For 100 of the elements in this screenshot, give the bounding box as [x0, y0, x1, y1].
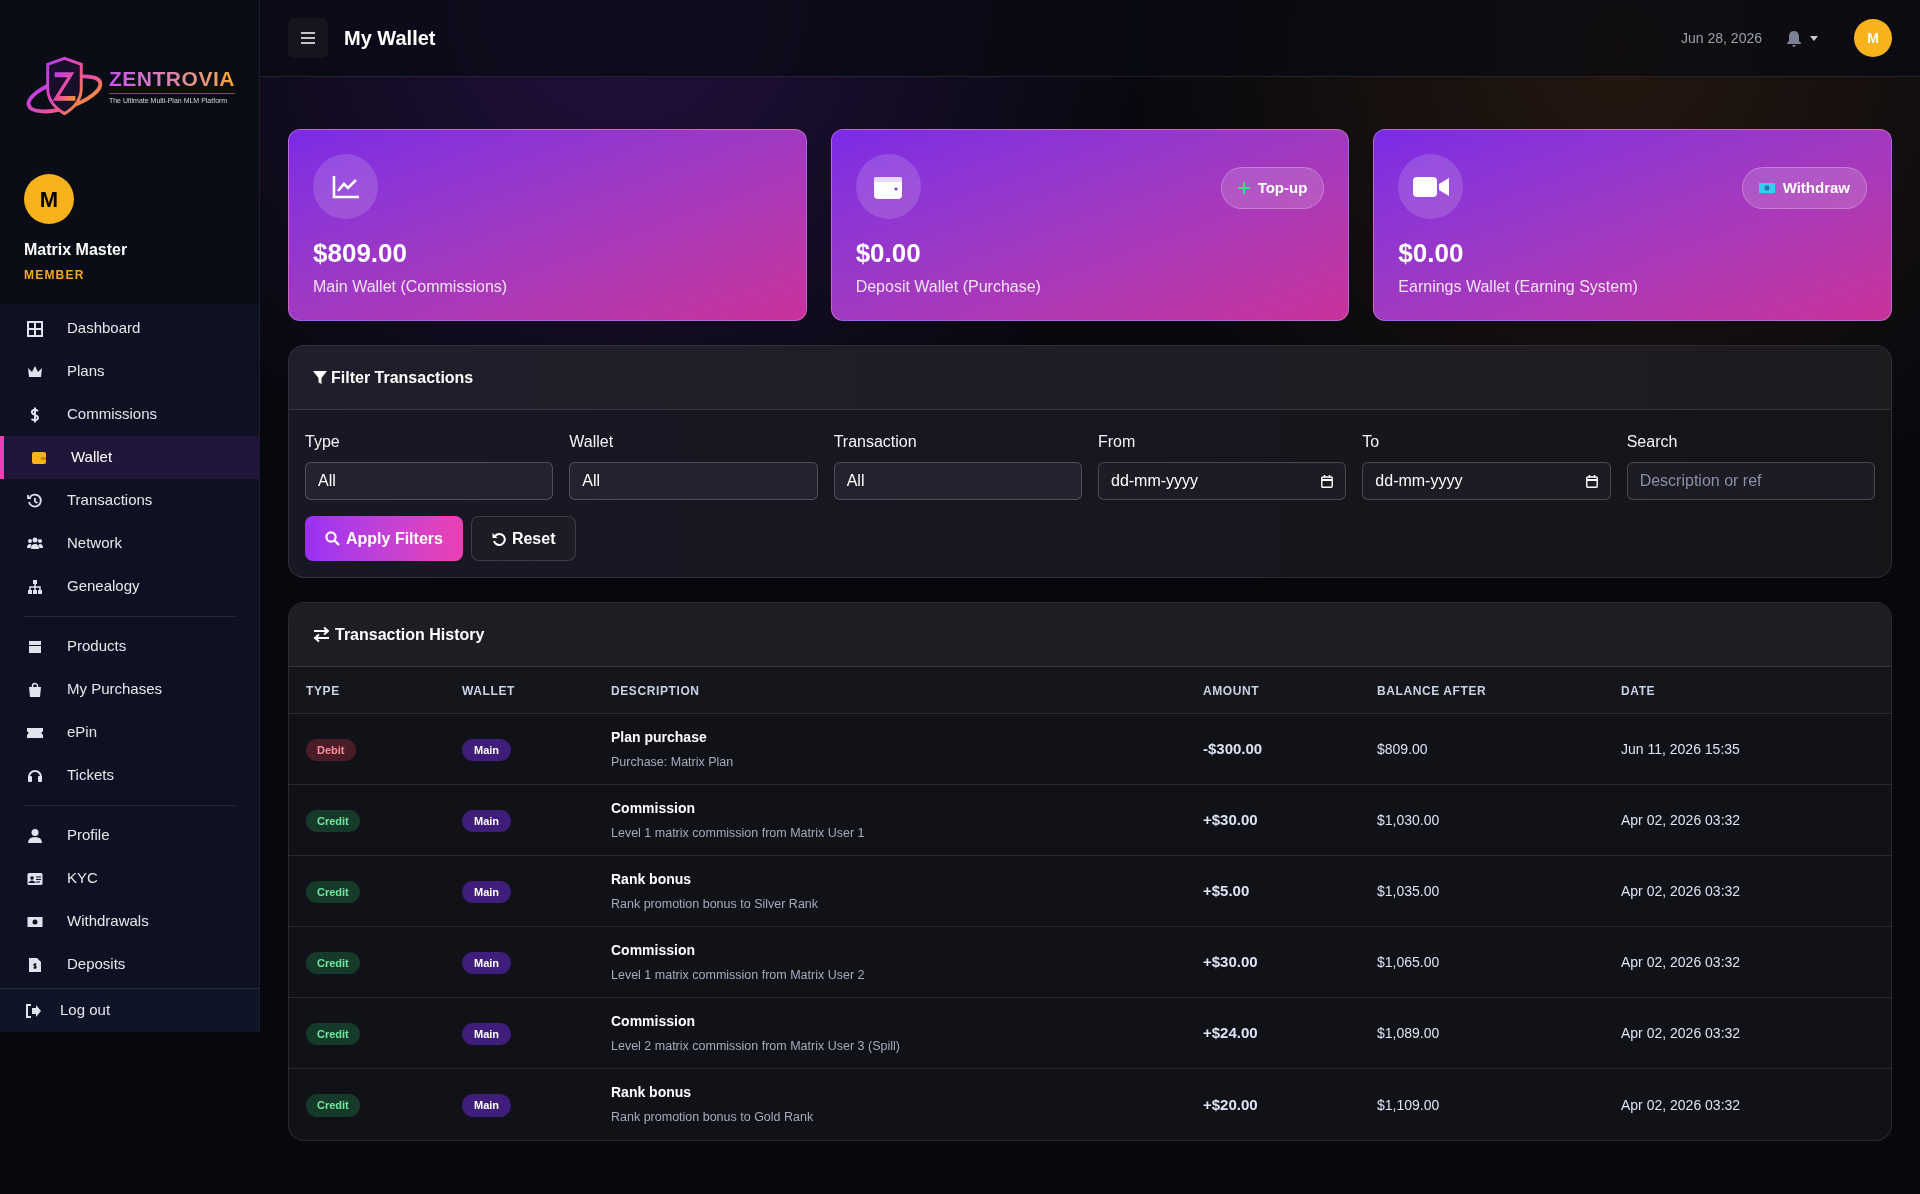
calendar-icon [1585, 474, 1598, 488]
nav-item[interactable]: ePin [0, 711, 259, 754]
select-field[interactable]: All [305, 462, 554, 500]
type-badge: Credit [306, 880, 360, 904]
amount-value: +$24.00 [1203, 1024, 1258, 1041]
wallet-badge: Main [462, 809, 512, 833]
type-badge: Credit [306, 1022, 360, 1046]
undo-icon [491, 531, 506, 546]
apply-filters-button[interactable]: Apply Filters [305, 516, 463, 561]
grid-icon [27, 320, 43, 337]
select-field[interactable]: All [833, 462, 1082, 500]
video-camera-icon [1412, 174, 1449, 199]
transaction-description: Level 1 matrix commission from Matrix User 2 [611, 966, 866, 984]
date-value: Apr 02, 2026 03:32 [1621, 1025, 1741, 1041]
balance-value: $1,030.00 [1377, 812, 1440, 828]
panel-title: Filter Transactions [331, 367, 474, 388]
transaction-title: Rank bonus [611, 869, 693, 889]
field-label: Search [1626, 432, 1679, 452]
nav-item[interactable]: Commissions [0, 393, 259, 436]
nav-item[interactable]: Transactions [0, 479, 259, 522]
date-value: Jun 11, 2026 15:35 [1621, 741, 1740, 757]
date-value: Apr 02, 2026 03:32 [1621, 883, 1741, 899]
balance-value: $1,065.00 [1377, 954, 1440, 970]
headset-icon [27, 767, 43, 784]
date-field[interactable]: dd-mm-yyyy [1362, 462, 1611, 500]
bell-icon [1786, 29, 1802, 47]
history-icon [27, 492, 43, 509]
date-value: Apr 02, 2026 03:32 [1621, 1096, 1741, 1113]
menu-icon [301, 32, 315, 44]
page-title: My Wallet [344, 26, 436, 51]
wallet-icon [31, 449, 47, 466]
nav-item[interactable]: Products [0, 625, 259, 668]
nav-item[interactable]: Genealogy [0, 565, 259, 608]
nav-item[interactable]: Plans [0, 350, 259, 393]
wallet-badge: Main [462, 880, 512, 904]
balance-value: $1,109.00 [1377, 1096, 1440, 1113]
type-badge: Credit [306, 951, 360, 975]
field-label: From [1098, 432, 1137, 452]
transaction-title: Commission [611, 940, 696, 960]
nav-item[interactable]: Deposits [0, 943, 259, 986]
transaction-title: Commission [611, 798, 696, 818]
user-avatar: M [24, 174, 74, 224]
wallet-badge: Main [462, 1094, 512, 1117]
top-up-button[interactable]: Top-up [1220, 167, 1325, 209]
logout-icon [24, 1002, 42, 1019]
nav-item[interactable]: Dashboard [0, 307, 259, 350]
wallet-balance: $0.00 [855, 237, 922, 270]
nav-item[interactable]: Network [0, 522, 259, 565]
search-field[interactable]: Description or ref [1626, 462, 1875, 500]
id-card-icon [27, 870, 43, 887]
column-header: WALLET [462, 684, 515, 698]
user-role: MEMBER [24, 267, 86, 284]
logout-link[interactable]: Log out [0, 989, 259, 1032]
users-icon [27, 535, 43, 552]
field-label: To [1362, 432, 1381, 452]
nav-item[interactable]: Wallet [0, 436, 259, 479]
panel-title: Transaction History [335, 624, 485, 645]
field-label: Wallet [569, 432, 615, 452]
wallet-balance: $0.00 [1398, 237, 1465, 270]
column-header: TYPE [306, 684, 340, 698]
column-header: AMOUNT [1203, 684, 1260, 698]
date-value: Apr 02, 2026 03:32 [1621, 954, 1741, 970]
transaction-description: Purchase: Matrix Plan [611, 753, 735, 771]
balance-value: $1,035.00 [1377, 883, 1440, 899]
calendar-icon [1321, 474, 1334, 488]
wallet-badge: Main [462, 951, 512, 975]
swap-arrows-icon [313, 627, 330, 642]
amount-value: +$30.00 [1203, 953, 1258, 970]
menu-button[interactable] [288, 18, 328, 58]
transaction-title: Rank bonus [611, 1083, 693, 1103]
transaction-title: Commission [611, 1011, 696, 1031]
nav-item[interactable]: My Purchases [0, 668, 259, 711]
amount-value: +$30.00 [1203, 811, 1258, 828]
shopping-bag-icon [27, 681, 43, 698]
search-icon [325, 531, 340, 546]
banknote-icon [1758, 182, 1775, 194]
select-field[interactable]: All [569, 462, 818, 500]
date-value: Apr 02, 2026 03:32 [1621, 812, 1741, 828]
nav-item[interactable]: KYC [0, 857, 259, 900]
withdraw-button[interactable]: Withdraw [1741, 167, 1867, 209]
transaction-description: Rank promotion bonus to Silver Rank [611, 895, 820, 913]
type-badge: Credit [306, 1094, 360, 1117]
nav-item[interactable]: Profile [0, 814, 259, 857]
plus-icon [1237, 182, 1250, 194]
reset-button[interactable]: Reset [470, 516, 577, 561]
wallet-label: Main Wallet (Commissions) [313, 276, 509, 297]
transaction-description: Level 2 matrix commission from Matrix User 3 (Spill) [611, 1037, 901, 1055]
type-badge: Debit [306, 738, 356, 762]
date-field[interactable]: dd-mm-yyyy [1098, 462, 1347, 500]
balance-value: $1,089.00 [1377, 1025, 1440, 1041]
notifications-button[interactable] [1786, 29, 1818, 47]
amount-value: -$300.00 [1203, 740, 1263, 757]
user-name: Matrix Master [24, 240, 129, 260]
amount-value: +$20.00 [1203, 1095, 1258, 1113]
line-chart-icon [331, 174, 360, 199]
field-label: Transaction [833, 432, 918, 452]
nav-item[interactable]: Withdrawals [0, 900, 259, 943]
transaction-description: Rank promotion bonus to Gold Rank [611, 1109, 815, 1127]
nav-item[interactable]: Tickets [0, 754, 259, 797]
type-badge: Credit [306, 809, 360, 833]
